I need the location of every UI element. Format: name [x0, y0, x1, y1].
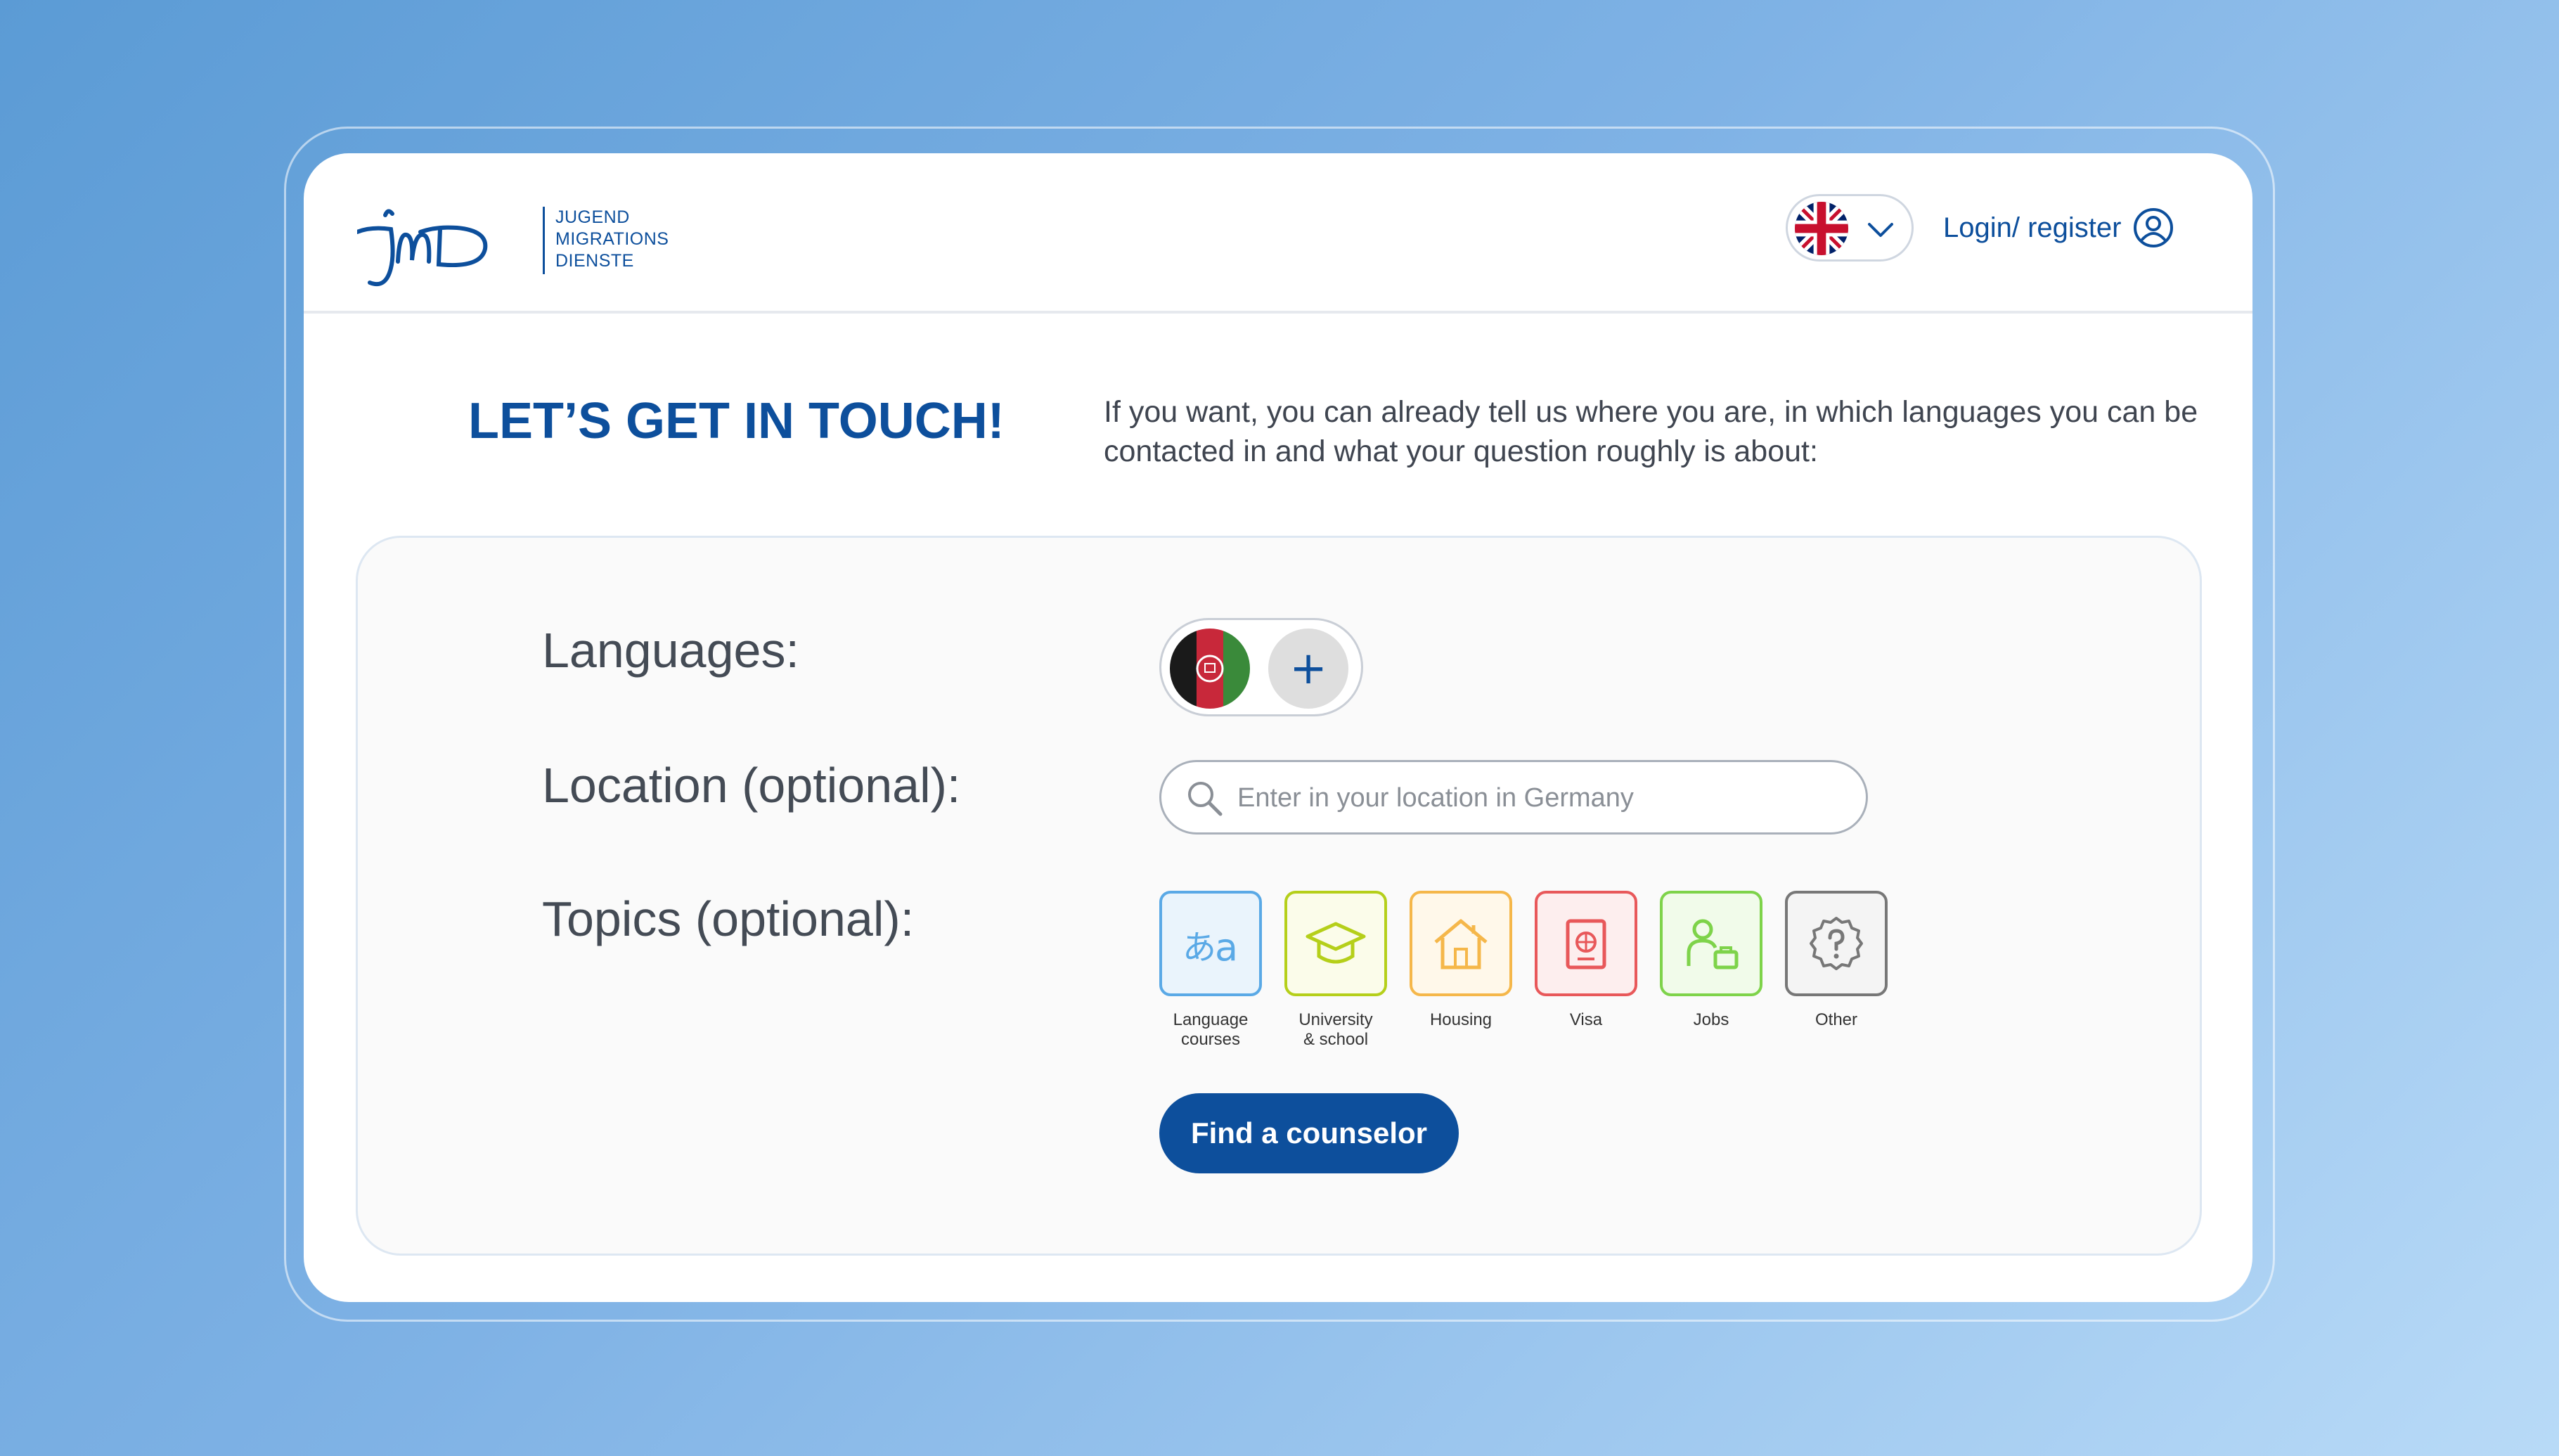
plus-icon: + — [1289, 643, 1327, 695]
jmd-logo[interactable]: JUGEND MIGRATIONS DIENSTE — [357, 200, 669, 291]
topic-visa[interactable]: Visa — [1535, 891, 1637, 1030]
topic-box: あ a — [1159, 891, 1262, 996]
location-input[interactable] — [1237, 776, 1842, 820]
passport-icon — [1566, 919, 1606, 969]
topic-label: Jobs — [1693, 1010, 1729, 1029]
question-icon — [1810, 917, 1863, 970]
topic-other[interactable]: Other — [1785, 891, 1888, 1030]
topic-box — [1284, 891, 1387, 996]
svg-text:a: a — [1215, 925, 1238, 969]
svg-text:あ: あ — [1182, 928, 1216, 967]
topic-box — [1785, 891, 1888, 996]
find-counselor-button[interactable]: Find a counselor — [1159, 1093, 1459, 1173]
intro-text: If you want, you can already tell us whe… — [1104, 395, 2198, 468]
afghanistan-flag-icon[interactable] — [1170, 629, 1250, 709]
house-icon — [1434, 919, 1488, 969]
logo-line-2: MIGRATIONS — [555, 229, 669, 249]
language-switcher[interactable] — [1786, 194, 1914, 262]
graduation-cap-icon — [1306, 922, 1366, 964]
topic-label: Visa — [1569, 1010, 1603, 1029]
location-label: Location (optional): — [542, 758, 961, 813]
jmd-logo-mark — [357, 209, 488, 287]
page-title: LET’S GET IN TOUCH! — [468, 393, 1005, 449]
topic-label: Other — [1814, 1010, 1858, 1029]
topic-label: Housing — [1429, 1010, 1493, 1029]
location-search — [1159, 760, 1868, 835]
topic-housing[interactable]: Housing — [1410, 891, 1512, 1030]
logo-divider — [543, 207, 545, 274]
topic-university-school[interactable]: University & school — [1284, 891, 1387, 1050]
topic-jobs[interactable]: Jobs — [1660, 891, 1762, 1030]
contact-form: Languages: Location (optional): Topics (… — [356, 536, 2202, 1256]
topic-label: University & school — [1298, 1010, 1373, 1049]
topic-box — [1660, 891, 1762, 996]
header: JUGEND MIGRATIONS DIENSTE Login/ registe… — [304, 153, 2252, 314]
topics-label: Topics (optional): — [542, 891, 915, 946]
uk-flag-icon — [1795, 202, 1848, 255]
user-circle-icon — [2134, 208, 2174, 247]
language-icon: あ a — [1182, 925, 1238, 969]
login-register-link[interactable]: Login/ register — [1943, 202, 2174, 253]
languages-label: Languages: — [542, 623, 799, 678]
language-selector: + — [1159, 618, 1363, 716]
topic-language-courses[interactable]: あ a Language courses — [1159, 891, 1262, 1050]
topic-box — [1535, 891, 1637, 996]
logo-line-3: DIENSTE — [555, 251, 634, 271]
login-label: Login/ register — [1943, 212, 2122, 243]
search-icon — [1188, 782, 1223, 816]
logo-text: JUGEND MIGRATIONS DIENSTE — [555, 207, 669, 272]
topic-box — [1410, 891, 1512, 996]
jobs-icon — [1687, 919, 1739, 969]
logo-line-1: JUGEND — [555, 207, 630, 227]
topic-label: Language courses — [1173, 1010, 1249, 1049]
add-language-button[interactable]: + — [1268, 629, 1348, 709]
main-card: JUGEND MIGRATIONS DIENSTE Login/ registe… — [304, 153, 2252, 1302]
chevron-down-icon — [1868, 223, 1893, 237]
